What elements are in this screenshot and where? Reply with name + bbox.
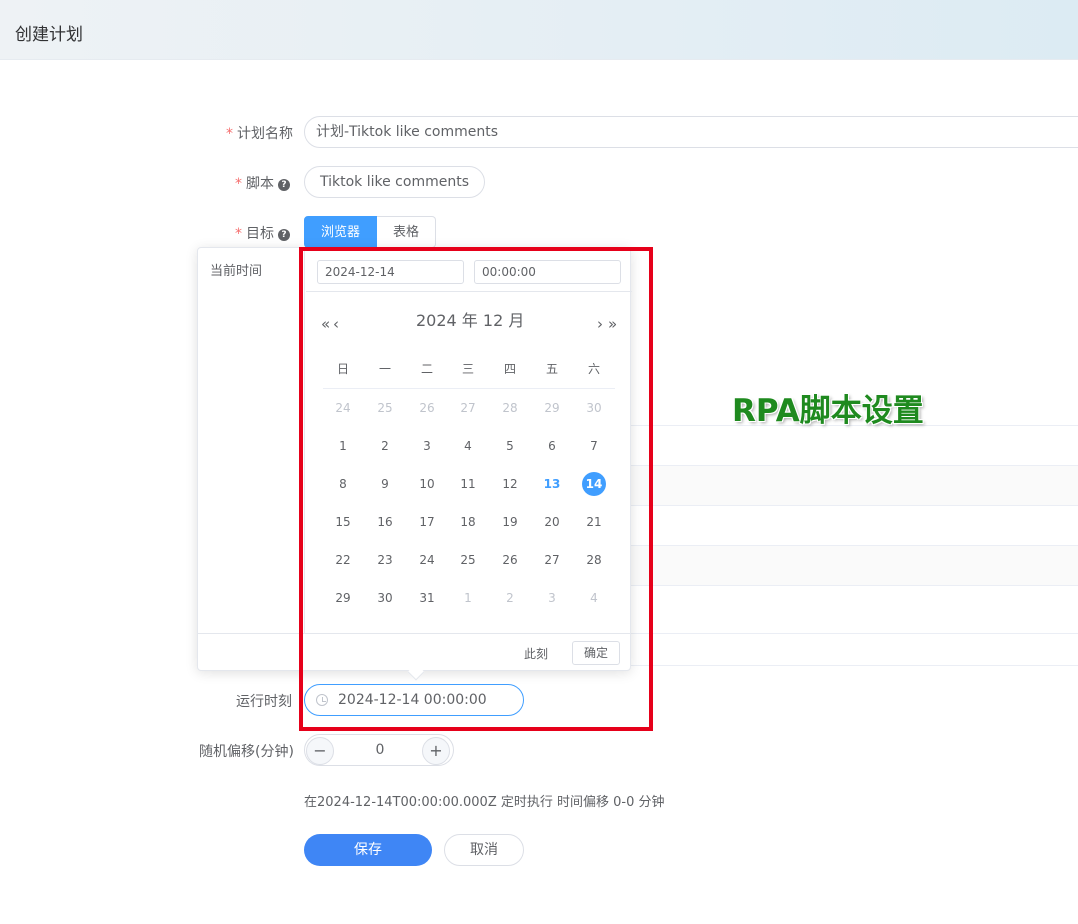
weekday-label: 日 [336, 362, 349, 376]
calendar-day-cell[interactable]: 28 [579, 548, 609, 572]
calendar-day-cell[interactable]: 25 [370, 396, 400, 420]
schedule-summary: 在2024-12-14T00:00:00.000Z 定时执行 时间偏移 0-0 … [304, 795, 665, 810]
picker-time-input[interactable]: 00:00:00 [474, 260, 621, 284]
run-time-value: 2024-12-14 00:00:00 [338, 692, 487, 708]
calendar-day-cell[interactable]: 17 [412, 510, 442, 534]
table-divider [630, 465, 1078, 466]
target-option-browser[interactable]: 浏览器 [304, 216, 378, 248]
table-row [630, 465, 1078, 505]
calendar-day-cell[interactable]: 27 [453, 396, 483, 420]
calendar-day-cell[interactable]: 16 [370, 510, 400, 534]
random-offset-label: 随机偏移(分钟) [199, 744, 294, 760]
question-circle-icon[interactable]: ? [278, 179, 290, 191]
weekday-label: 三 [461, 362, 474, 376]
random-offset-stepper: − 0 + [304, 734, 454, 766]
weekday-divider [323, 388, 615, 389]
run-time-input[interactable]: 2024-12-14 00:00:00 [304, 684, 524, 716]
calendar-day-cell[interactable]: 2 [495, 586, 525, 610]
weekday-label: 五 [545, 362, 558, 376]
calendar-day-cell[interactable]: 4 [453, 434, 483, 458]
calendar-day-cell[interactable]: 27 [537, 548, 567, 572]
table-divider [630, 585, 1078, 586]
calendar-day-cell[interactable]: 26 [412, 396, 442, 420]
weekday-label: 四 [503, 362, 516, 376]
plan-name-label: * 计划名称 [226, 126, 293, 142]
calendar-day-cell[interactable]: 31 [412, 586, 442, 610]
calendar-day-cell[interactable]: 11 [453, 472, 483, 496]
calendar-day-cell[interactable]: 9 [370, 472, 400, 496]
picker-month-title[interactable]: 2024 年 12 月 [416, 307, 524, 331]
random-offset-value[interactable]: 0 [345, 735, 415, 765]
calendar-day-cell[interactable]: 24 [412, 548, 442, 572]
decrement-button[interactable]: − [306, 737, 334, 765]
plan-name-input[interactable]: 计划-Tiktok like comments [304, 116, 1078, 148]
picker-sidebar: 当前时间 [198, 248, 305, 633]
calendar-day-cell[interactable]: 18 [453, 510, 483, 534]
confirm-button[interactable]: 确定 [572, 641, 620, 665]
calendar-day-cell[interactable]: 25 [453, 548, 483, 572]
annotation-caption: RPA脚本设置 [732, 393, 924, 429]
calendar-day-cell[interactable]: 8 [328, 472, 358, 496]
prev-month-button[interactable]: ‹ [333, 315, 339, 333]
calendar-day-cell[interactable]: 2 [370, 434, 400, 458]
calendar-day-cell[interactable]: 4 [579, 586, 609, 610]
calendar-day-cell[interactable]: 29 [537, 396, 567, 420]
calendar-day-cell[interactable]: 30 [579, 396, 609, 420]
cancel-button[interactable]: 取消 [444, 834, 524, 866]
picker-head-inputs: 2024-12-14 00:00:00 [306, 248, 632, 292]
table-row [630, 545, 1078, 585]
now-button[interactable]: 此刻 [524, 645, 548, 662]
calendar-day-cell[interactable]: 14 [579, 472, 609, 496]
calendar-day-cell[interactable]: 15 [328, 510, 358, 534]
table-divider [630, 545, 1078, 546]
question-circle-icon[interactable]: ? [278, 229, 290, 241]
calendar-day-cell[interactable]: 5 [495, 434, 525, 458]
calendar-day-cell[interactable]: 22 [328, 548, 358, 572]
script-label: * 脚本? [235, 173, 290, 193]
calendar-day-cell[interactable]: 23 [370, 548, 400, 572]
calendar-day-cell[interactable]: 19 [495, 510, 525, 534]
shortcut-current-time[interactable]: 当前时间 [210, 260, 262, 279]
calendar-day-cell[interactable]: 24 [328, 396, 358, 420]
save-button[interactable]: 保存 [304, 834, 432, 866]
calendar-day-cell[interactable]: 30 [370, 586, 400, 610]
weekday-label: 六 [587, 362, 600, 376]
table-divider [630, 505, 1078, 506]
page-title: 创建计划 [15, 25, 83, 45]
target-segmented-control: 浏览器 表格 [304, 216, 437, 248]
page-header: 创建计划 [0, 0, 1078, 60]
calendar-day-cell[interactable]: 28 [495, 396, 525, 420]
script-select[interactable]: Tiktok like comments [304, 166, 485, 198]
next-month-button[interactable]: › [597, 315, 603, 333]
calendar-day-cell[interactable]: 1 [328, 434, 358, 458]
calendar-day-cell[interactable]: 3 [537, 586, 567, 610]
datetime-picker-popup: 当前时间 2024-12-14 00:00:00 « ‹ 2024 年 12 月… [197, 247, 632, 671]
next-year-button[interactable]: » [608, 315, 617, 333]
target-label: * 目标? [235, 223, 290, 243]
calendar-day-cell[interactable]: 21 [579, 510, 609, 534]
target-option-table[interactable]: 表格 [377, 216, 437, 248]
calendar-day-cell[interactable]: 10 [412, 472, 442, 496]
calendar-day-cell[interactable]: 3 [412, 434, 442, 458]
calendar-day-cell[interactable]: 7 [579, 434, 609, 458]
prev-year-button[interactable]: « [321, 315, 330, 333]
calendar-day-cell[interactable]: 26 [495, 548, 525, 572]
clock-icon [316, 694, 328, 706]
table-divider [630, 633, 1078, 634]
calendar-day-cell[interactable]: 29 [328, 586, 358, 610]
picker-date-input[interactable]: 2024-12-14 [317, 260, 464, 284]
weekday-label: 一 [378, 362, 391, 376]
calendar-day-cell[interactable]: 13 [537, 472, 567, 496]
run-time-label: 运行时刻 [236, 694, 292, 710]
increment-button[interactable]: + [422, 737, 450, 765]
calendar-day-cell[interactable]: 1 [453, 586, 483, 610]
calendar-day-cell[interactable]: 20 [537, 510, 567, 534]
weekday-label: 二 [420, 362, 433, 376]
calendar-day-cell[interactable]: 12 [495, 472, 525, 496]
calendar-day-cell[interactable]: 6 [537, 434, 567, 458]
